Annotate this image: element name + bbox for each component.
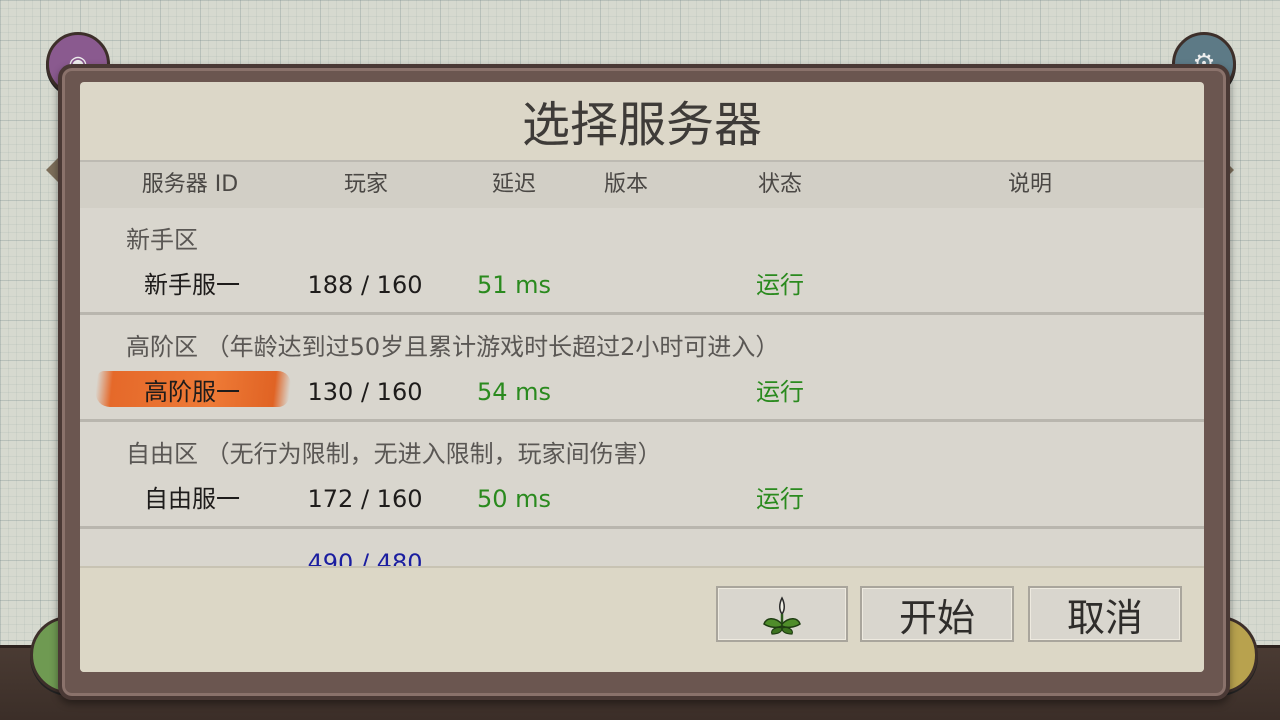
dialog-footer: 开始 取消 (80, 566, 1204, 672)
server-group-advanced: 高阶区 （年龄达到过50岁且累计游戏时长超过2小时可进入） 高阶服一 130 /… (80, 315, 1204, 422)
cancel-button[interactable]: 取消 (1028, 586, 1182, 642)
server-group-newbie: 新手区 新手服一 188 / 160 51 ms 运行 (80, 208, 1204, 315)
server-ping: 51 ms (476, 271, 552, 299)
dialog-title: 选择服务器 (521, 97, 762, 153)
server-players: 188 / 160 (307, 271, 423, 299)
server-status: 运行 (756, 271, 804, 299)
col-status[interactable]: 状态 (730, 162, 830, 208)
group-label: 新手区 (126, 226, 198, 254)
column-header: 服务器 ID 玩家 延迟 版本 状态 说明 (80, 160, 1204, 210)
server-status: 运行 (756, 378, 804, 406)
server-players: 130 / 160 (307, 378, 423, 406)
group-label: 自由区 （无行为限制，无进入限制，玩家间伤害） (126, 440, 662, 468)
col-players[interactable]: 玩家 (316, 162, 416, 208)
start-button[interactable]: 开始 (860, 586, 1014, 642)
col-description[interactable]: 说明 (960, 162, 1100, 208)
server-group-partial (80, 529, 1204, 566)
col-server-id[interactable]: 服务器 ID (120, 162, 260, 208)
server-players-partial[interactable]: 490 / 480 (300, 546, 430, 566)
plant-button[interactable] (716, 586, 848, 642)
server-name: 新手服一 (144, 271, 240, 299)
server-ping: 54 ms (476, 378, 552, 406)
server-list[interactable]: 新手区 新手服一 188 / 160 51 ms 运行 高阶区 （年龄达到过50… (80, 208, 1204, 566)
server-group-free: 自由区 （无行为限制，无进入限制，玩家间伤害） 自由服一 172 / 160 5… (80, 422, 1204, 529)
server-name: 自由服一 (144, 485, 240, 513)
server-players: 172 / 160 (307, 485, 423, 513)
col-version[interactable]: 版本 (576, 162, 676, 208)
server-ping: 50 ms (476, 485, 552, 513)
server-name: 高阶服一 (144, 378, 240, 406)
server-status: 运行 (756, 485, 804, 513)
server-select-dialog: 选择服务器 服务器 ID 玩家 延迟 版本 状态 说明 新手区 新手服一 188… (80, 82, 1204, 672)
col-ping[interactable]: 延迟 (464, 162, 564, 208)
group-label: 高阶区 （年龄达到过50岁且累计游戏时长超过2小时可进入） (126, 333, 780, 361)
plant-icon (763, 596, 801, 635)
